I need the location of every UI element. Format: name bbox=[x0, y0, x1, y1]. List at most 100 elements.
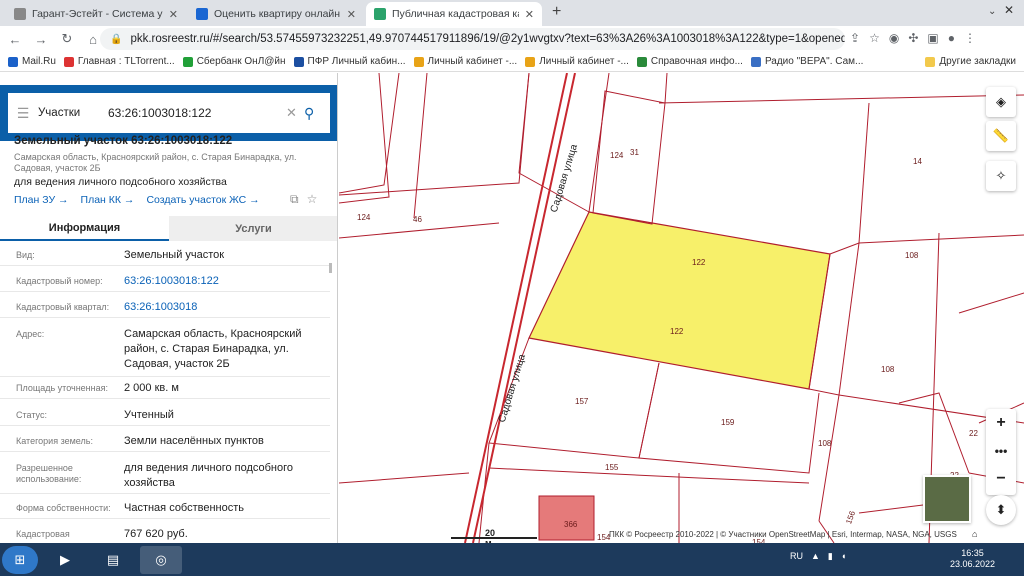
bookmark-item[interactable]: ПФР Личный кабин... bbox=[293, 56, 406, 67]
browser-tab[interactable]: Оценить квартиру онлайн каль ✕ bbox=[188, 2, 364, 26]
compass-icon: ⬍ bbox=[995, 502, 1007, 517]
search-type-select[interactable]: Участки bbox=[38, 107, 108, 119]
bookmark-item[interactable]: Личный кабинет -... bbox=[413, 56, 517, 67]
chrome-icon[interactable]: ◎ bbox=[140, 546, 182, 574]
share-icon[interactable]: ⇪ bbox=[850, 31, 860, 45]
page-favicon-icon bbox=[196, 8, 208, 20]
browser-toolbar: ← → ↻ ⌂ 🔒 pkk.rosreestr.ru/#/search/53.5… bbox=[0, 26, 1024, 52]
search-doc-icon[interactable]: ⧉ bbox=[290, 192, 299, 207]
parcel-number: 124 bbox=[357, 213, 371, 222]
panel-scrollbar[interactable] bbox=[329, 263, 332, 273]
tab-bar: Гарант-Эстейт - Система управл ✕ Оценить… bbox=[0, 0, 1024, 26]
address-bar[interactable]: 🔒 pkk.rosreestr.ru/#/search/53.574559732… bbox=[100, 28, 845, 50]
parcel-use: для ведения личного подсобного хозяйства bbox=[14, 176, 227, 188]
map-attribution: ПКК © Росреестр 2010-2022 | © Участники … bbox=[609, 530, 957, 539]
map-canvas bbox=[339, 73, 1024, 543]
create-parcel-link[interactable]: Создать участок ЖС → bbox=[146, 194, 259, 206]
zoom-out-button[interactable]: − bbox=[986, 465, 1016, 493]
back-icon[interactable]: ← bbox=[4, 32, 26, 47]
parcel-number: 157 bbox=[575, 397, 589, 406]
bookmarks-bar: Mail.Ru Главная : TLTorrent... Сбербанк … bbox=[0, 52, 1024, 72]
menu-dots-icon[interactable]: ⋮ bbox=[964, 31, 976, 45]
parcel-number: 124 bbox=[610, 151, 624, 160]
parcel-highlight bbox=[528, 211, 831, 390]
parcel-number: 122 bbox=[670, 327, 684, 336]
layers-icon: ◈ bbox=[996, 94, 1006, 109]
bookmark-item[interactable]: Радио "ВЕРА". Сам... bbox=[750, 56, 863, 67]
tab-services[interactable]: Услуги bbox=[169, 216, 337, 241]
browser-tab-active[interactable]: Публичная кадастровая карта ✕ bbox=[366, 2, 542, 26]
basemap-switcher[interactable] bbox=[923, 475, 971, 523]
parcel-number: 366 bbox=[564, 520, 578, 529]
plan-zu-link[interactable]: План ЗУ → bbox=[14, 194, 69, 206]
new-tab-icon[interactable]: + bbox=[552, 3, 561, 21]
windows-logo-icon: ⊞ bbox=[14, 552, 26, 567]
info-panel: ☰ Участки 63:26:1003018:122 ✕ ⚲ Земельны… bbox=[0, 73, 338, 543]
measure-button[interactable]: 📏 bbox=[986, 121, 1016, 151]
reload-icon[interactable]: ↻ bbox=[56, 31, 78, 47]
tab-search-icon[interactable]: ⌄ bbox=[988, 6, 996, 17]
extensions-puzzle-icon[interactable]: ✣ bbox=[908, 31, 918, 45]
building bbox=[538, 495, 595, 541]
compass-button[interactable]: ⬍ bbox=[986, 495, 1016, 525]
tab-info[interactable]: Информация bbox=[0, 216, 169, 241]
search-bar: ☰ Участки 63:26:1003018:122 ✕ ⚲ bbox=[0, 85, 337, 141]
bookmark-item[interactable]: Mail.Ru bbox=[8, 56, 56, 67]
parcel-address: Самарская область, Красноярский район, с… bbox=[14, 152, 297, 173]
media-player-icon[interactable]: ▶ bbox=[44, 546, 86, 574]
parcel-number: 108 bbox=[818, 439, 832, 448]
volume-icon[interactable]: ◖ bbox=[841, 551, 846, 562]
bookmark-star-icon[interactable]: ☆ bbox=[869, 31, 880, 45]
lock-icon: 🔒 bbox=[110, 33, 123, 45]
clear-icon[interactable]: ✕ bbox=[286, 105, 304, 121]
parcel-number: 14 bbox=[913, 157, 922, 166]
windows-taskbar: ⊞ ▶ ▤ ◎ RU ▲ ▮ ◖ 16:35 23.06.2022 bbox=[0, 543, 1024, 576]
window-close-icon[interactable]: ✕ bbox=[1004, 3, 1014, 17]
forward-icon[interactable]: → bbox=[30, 32, 52, 47]
file-explorer-icon[interactable]: ▤ bbox=[92, 546, 134, 574]
layers-button[interactable]: ◈ bbox=[986, 87, 1016, 117]
plan-kk-link[interactable]: План КК → bbox=[81, 194, 135, 206]
profile-avatar-icon[interactable]: ● bbox=[948, 31, 955, 45]
home-icon[interactable]: ⌂ bbox=[972, 529, 977, 539]
parcel-number: 155 bbox=[605, 463, 619, 472]
search-icon[interactable]: ⚲ bbox=[304, 105, 330, 122]
network-icon[interactable]: ▮ bbox=[828, 551, 833, 562]
zoom-in-button[interactable]: + bbox=[986, 409, 1016, 437]
start-button[interactable]: ⊞ bbox=[2, 546, 38, 574]
sidebar-icon[interactable]: ▣ bbox=[927, 31, 938, 45]
close-icon[interactable]: ✕ bbox=[347, 8, 356, 21]
bookmark-item[interactable]: Сбербанк ОнЛ@йн bbox=[182, 56, 286, 67]
locate-button[interactable]: ✧ bbox=[986, 161, 1016, 191]
page-favicon-icon bbox=[374, 8, 386, 20]
menu-icon[interactable]: ☰ bbox=[8, 105, 38, 122]
page-favicon-icon bbox=[14, 8, 26, 20]
close-icon[interactable]: ✕ bbox=[525, 8, 534, 21]
zoom-control: + ••• − bbox=[986, 409, 1016, 495]
browser-tab[interactable]: Гарант-Эстейт - Система управл ✕ bbox=[6, 2, 186, 26]
parcel-number: 108 bbox=[905, 251, 919, 260]
parcel-number: 159 bbox=[721, 418, 735, 427]
search-input[interactable]: 63:26:1003018:122 bbox=[108, 106, 286, 120]
bookmark-item[interactable]: Личный кабинет -... bbox=[525, 56, 629, 67]
bookmark-item[interactable]: Справочная инфо... bbox=[636, 56, 743, 67]
extension-icon[interactable]: ◉ bbox=[889, 31, 899, 45]
parcel-number: 108 bbox=[881, 365, 895, 374]
zoom-more-button[interactable]: ••• bbox=[986, 437, 1016, 465]
favorite-star-icon[interactable]: ☆ bbox=[307, 192, 318, 207]
cadastral-quarter-link[interactable]: 63:26:1003018 bbox=[124, 300, 324, 315]
cadastral-map[interactable]: Садовая улица Садовая улица 124 31 14 12… bbox=[339, 73, 1024, 543]
tray-arrow-icon[interactable]: ▲ bbox=[811, 551, 820, 562]
cadastral-number-link[interactable]: 63:26:1003018:122 bbox=[124, 274, 324, 289]
ruler-icon: 📏 bbox=[992, 128, 1010, 143]
parcel-number: 46 bbox=[413, 215, 422, 224]
bookmark-folder[interactable]: Другие закладки bbox=[925, 56, 1016, 67]
parcel-title: Земельный участок 63:26:1003018:122 bbox=[14, 135, 233, 147]
crosshair-icon: ✧ bbox=[995, 168, 1007, 183]
clock[interactable]: 16:35 23.06.2022 bbox=[950, 548, 995, 570]
close-icon[interactable]: ✕ bbox=[169, 8, 178, 21]
bookmark-item[interactable]: Главная : TLTorrent... bbox=[63, 56, 175, 67]
parcel-number: 31 bbox=[630, 148, 639, 157]
parcel-number: 22 bbox=[969, 429, 978, 438]
language-indicator[interactable]: RU bbox=[790, 551, 803, 562]
